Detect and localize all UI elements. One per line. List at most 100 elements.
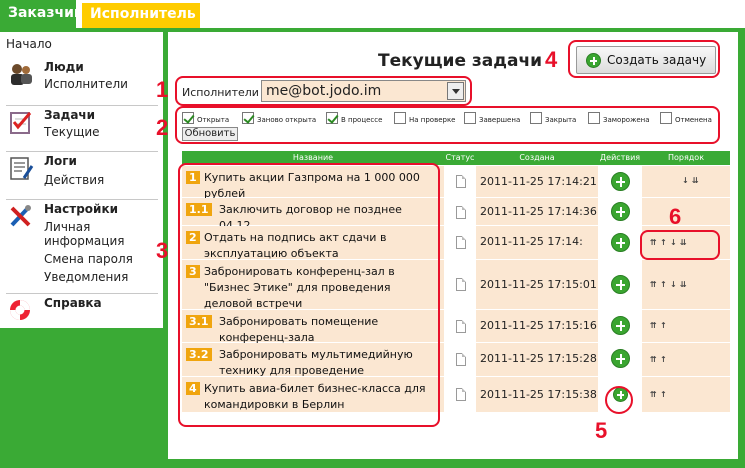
sidebar: Начало Люди Исполнители Задачи Текущие Л…: [0, 32, 163, 328]
tab-executor[interactable]: Исполнитель: [82, 3, 200, 28]
status-cell: [444, 198, 476, 226]
move-up-icon[interactable]: ↑: [660, 355, 670, 364]
annotation-number-3: 3: [156, 238, 169, 263]
order-cell: ⇈↑: [642, 343, 730, 377]
add-subtask-icon[interactable]: [611, 316, 630, 335]
move-bottom-icon[interactable]: ⇊: [680, 280, 690, 289]
annotation-number-1: 1: [156, 77, 169, 102]
document-icon[interactable]: [456, 175, 466, 188]
created-cell: 2011-11-25 17:15:28: [476, 343, 598, 377]
created-cell: 2011-11-25 17:14:: [476, 226, 598, 260]
status-cell: [444, 343, 476, 377]
actions-cell: [598, 166, 642, 198]
created-cell: 2011-11-25 17:14:36: [476, 198, 598, 226]
created-date: 2011-11-25 17:15:16: [480, 319, 597, 332]
col-header-created[interactable]: Создана: [476, 151, 598, 165]
add-subtask-icon[interactable]: [611, 233, 630, 252]
help-lifebuoy-icon: [10, 300, 30, 320]
document-icon[interactable]: [456, 320, 466, 333]
logs-icon: [10, 157, 34, 180]
tab-customer[interactable]: Заказчик: [0, 0, 83, 28]
move-up-icon[interactable]: ↑: [660, 321, 670, 330]
order-cell: [642, 198, 730, 226]
sidebar-title-people[interactable]: Люди: [44, 60, 84, 74]
sidebar-item-actions[interactable]: Действия: [44, 173, 104, 187]
created-date: 2011-11-25 17:15:01: [480, 278, 597, 291]
created-date: 2011-11-25 17:15:38: [480, 388, 597, 401]
created-cell: 2011-11-25 17:15:01: [476, 260, 598, 310]
order-controls: ⇈↑↓⇊: [650, 280, 690, 289]
sidebar-section-tasks: Задачи Текущие: [6, 108, 158, 152]
annotation-number-2: 2: [156, 115, 169, 140]
sidebar-title-logs[interactable]: Логи: [44, 154, 77, 168]
sidebar-item-notifications[interactable]: Уведомления: [44, 270, 128, 284]
document-icon[interactable]: [456, 236, 466, 249]
move-top-icon[interactable]: ⇈: [650, 355, 660, 364]
document-icon[interactable]: [456, 353, 466, 366]
annotation-box-task-list: [178, 163, 440, 427]
created-date: 2011-11-25 17:15:28: [480, 352, 597, 365]
move-top-icon[interactable]: ⇈: [650, 280, 660, 289]
created-date: 2011-11-25 17:14:: [480, 235, 583, 248]
actions-cell: [598, 310, 642, 343]
sidebar-item-start[interactable]: Начало: [6, 37, 52, 51]
move-up-icon[interactable]: ↑: [660, 280, 670, 289]
created-date: 2011-11-25 17:14:36: [480, 205, 597, 218]
move-down-icon[interactable]: ↓: [670, 280, 680, 289]
created-cell: 2011-11-25 17:14:21: [476, 166, 598, 198]
document-icon[interactable]: [456, 278, 466, 291]
created-cell: 2011-11-25 17:15:16: [476, 310, 598, 343]
tasks-icon: [10, 112, 32, 134]
status-cell: [444, 310, 476, 343]
sidebar-item-current[interactable]: Текущие: [44, 125, 100, 139]
actions-cell: [598, 226, 642, 260]
order-controls: ⇈↑: [650, 390, 670, 399]
move-top-icon[interactable]: ⇈: [650, 321, 660, 330]
sidebar-item-change-password[interactable]: Смена пароля: [44, 252, 133, 266]
sidebar-title-settings[interactable]: Настройки: [44, 202, 118, 216]
order-cell: ⇈↑: [642, 377, 730, 413]
actions-cell: [598, 198, 642, 226]
order-controls: ↓⇊: [682, 176, 702, 185]
order-cell: ⇈↑↓⇊: [642, 260, 730, 310]
sidebar-title-tasks[interactable]: Задачи: [44, 108, 95, 122]
people-icon: [11, 64, 32, 85]
col-header-actions: Действия: [599, 153, 641, 162]
add-subtask-icon[interactable]: [611, 172, 630, 191]
status-cell: [444, 377, 476, 413]
actions-cell: [598, 260, 642, 310]
sidebar-section-people: Люди Исполнители: [6, 60, 158, 106]
annotation-number-5: 5: [595, 418, 608, 443]
annotation-circle-add: [605, 386, 633, 414]
add-subtask-icon[interactable]: [611, 275, 630, 294]
sidebar-item-personal-info[interactable]: Личная информация: [44, 220, 158, 248]
annotation-box-order: [640, 230, 720, 260]
annotation-box-filters: [175, 106, 720, 144]
top-tabs: Заказчик Исполнитель: [0, 0, 745, 28]
annotation-box-executor: [175, 76, 472, 106]
add-subtask-icon[interactable]: [611, 202, 630, 221]
created-date: 2011-11-25 17:14:21: [480, 175, 597, 188]
settings-icon: [10, 205, 31, 227]
annotation-number-6: 6: [669, 204, 682, 229]
add-subtask-icon[interactable]: [611, 349, 630, 368]
document-icon[interactable]: [456, 206, 466, 219]
sidebar-item-executors[interactable]: Исполнители: [44, 77, 128, 91]
document-icon[interactable]: [456, 388, 466, 401]
col-header-order: Порядок: [667, 153, 705, 162]
move-bottom-icon[interactable]: ⇊: [692, 176, 702, 185]
sidebar-title-help[interactable]: Справка: [44, 296, 102, 310]
move-down-icon[interactable]: ↓: [682, 176, 692, 185]
order-controls: ⇈↑: [650, 355, 670, 364]
status-cell: [444, 166, 476, 198]
sidebar-section-logs: Логи Действия: [6, 154, 158, 200]
annotation-box-create: [568, 40, 720, 78]
status-cell: [444, 260, 476, 310]
col-header-status[interactable]: Статус: [444, 151, 476, 165]
move-top-icon[interactable]: ⇈: [650, 390, 660, 399]
created-cell: 2011-11-25 17:15:38: [476, 377, 598, 413]
sidebar-section-help: Справка: [6, 296, 158, 324]
actions-cell: [598, 343, 642, 377]
status-cell: [444, 226, 476, 260]
move-up-icon[interactable]: ↑: [660, 390, 670, 399]
